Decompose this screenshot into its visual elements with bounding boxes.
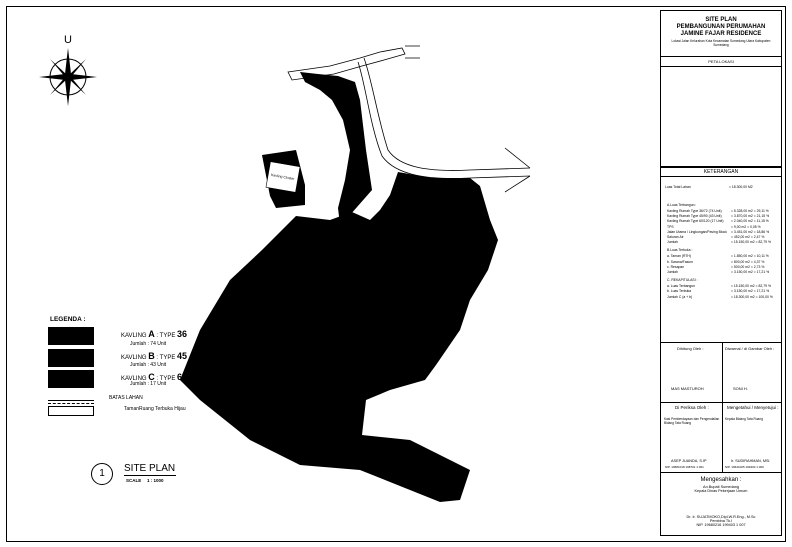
keterangan-row-label: Kavling Rumah Type 36/72 (74 Unit) xyxy=(667,209,722,213)
type-word: : TYPE xyxy=(156,333,176,339)
tb-divider xyxy=(722,403,723,473)
tb-keterangan-header: KETERANGAN xyxy=(661,167,781,177)
keterangan-row-label: C. REKAPITULASI : xyxy=(667,278,698,283)
keterangan-row-label: TPS xyxy=(667,224,674,229)
type-word: : TYPE xyxy=(156,355,176,361)
keterangan-row-label: c. Resapan xyxy=(667,264,685,269)
tb-title-line-3: JAMINE FAJAR RESIDENCE xyxy=(680,31,762,37)
kavling-letter: A xyxy=(148,329,155,339)
jabatan-2: Kepala Bidang Tata Ruang xyxy=(725,417,763,421)
keterangan-row-value: = 5.328,00 m2 = 29,11 % xyxy=(731,209,769,213)
keterangan-label: KETERANGAN xyxy=(703,169,739,175)
dihitung-oleh: Dihitung Oleh : xyxy=(677,346,704,351)
keterangan-row-label: Jumlah xyxy=(667,270,678,274)
keterangan-row-label: A.Luas Terbangun : xyxy=(667,203,697,207)
batas-lahan-line xyxy=(48,400,94,401)
pejabat-2: Ir. SUDIRAHMAN, MSi xyxy=(731,459,770,463)
tb-peta-lokasi-header: PETA LOKASI xyxy=(661,57,781,67)
diperiksa-oleh: Di Periksa Oleh : xyxy=(675,405,709,410)
tb-diperiksa-section: Di Periksa Oleh : Mengetahui / Menyetuju… xyxy=(661,403,781,473)
keterangan-row-label: B.Luas Terbuka : xyxy=(667,248,693,253)
caption-underline xyxy=(124,475,176,476)
road-outline xyxy=(287,45,531,193)
luas-total-value: = 18.300,00 M2 xyxy=(729,185,753,189)
keterangan-row-value: = 3.451,00 m2 = 18,86 % xyxy=(731,229,770,234)
keterangan-row-value: = 18.300,00 m2 = 100,00 % xyxy=(731,294,773,299)
keterangan-row-value: = 2.040,00 m2 = 11,15 % xyxy=(731,219,769,224)
drawing-title: SITE PLAN xyxy=(124,463,176,474)
mengetahui: Mengetahui / Menyetujui : xyxy=(727,405,779,410)
kavling-word: KAVLING xyxy=(121,355,147,361)
name-dihitung: MAS MASTUROH xyxy=(671,386,704,391)
site-plan-svg: U Kavling Cluster xyxy=(39,34,531,502)
batas-lahan-dash xyxy=(48,403,94,404)
kavling-a-swatch xyxy=(48,327,94,345)
kavling-c-count: Jumlah : 17 Unit xyxy=(130,381,167,387)
luas-total-label: Luas Total Lahan xyxy=(665,185,691,189)
digambar-oleh: Diwarnai / di Gambar Oleh : xyxy=(725,346,775,351)
legend-title: LEGENDA : xyxy=(50,316,86,323)
kavling-a-count: Jumlah : 74 Unit xyxy=(130,341,167,347)
keterangan-row-value: = 452,00 m2 = 2,47 % xyxy=(731,235,765,239)
keterangan-row-label: Jumlah C (a + b) xyxy=(667,294,693,299)
scale-value: 1 : 1000 xyxy=(147,478,164,483)
site-plan-drawing: U Kavling Cluster xyxy=(6,6,656,542)
type-number: 60 xyxy=(177,372,188,382)
keterangan-row-label: Kavling Rumah Type 60/120 (17 Unit) xyxy=(667,219,724,224)
nip-2: NIP. 19641005 199403 1 006 xyxy=(725,465,764,469)
name-digambar: SONI H. xyxy=(733,386,748,391)
keterangan-row-label: Saluran Air xyxy=(667,235,684,239)
drawing-number: 1 xyxy=(91,463,113,485)
keterangan-row-label: b. Sarana/Fasum xyxy=(667,259,694,264)
title-block: SITE PLAN PEMBANGUNAN PERUMAHAN JAMINE F… xyxy=(660,10,782,536)
keterangan-row-value: = 3.150,00 m2 = 17,21 % xyxy=(731,270,770,274)
kavling-b-label: KAVLING B : TYPE 45 xyxy=(121,351,187,361)
kavling-letter: B xyxy=(148,351,155,361)
keterangan-row-value: = 800,00 m2 = 4,37 % xyxy=(731,259,765,264)
kavling-a-label: KAVLING A : TYPE 36 xyxy=(121,329,187,339)
keterangan-row-value: = 15.150,00 m2 = 82,79 % xyxy=(731,240,771,245)
kepala-dinas: Kepala Dinas Pekerjaan Umum xyxy=(694,489,748,493)
tb-divider xyxy=(722,343,723,403)
keterangan-row-label: b. Luas Terbuka xyxy=(667,289,692,294)
tb-dihitung-section: Dihitung Oleh : Diwarnai / di Gambar Ole… xyxy=(661,343,781,403)
keterangan-row-value: = 1.850,00 m2 = 10,11 % xyxy=(731,254,769,259)
keterangan-row-label: Jumlah xyxy=(667,240,678,245)
keterangan-row-label: Kavling Rumah Type 45/90 (43 Unit) xyxy=(667,214,722,219)
keterangan-row-value: = 3.870,00 m2 = 21,15 % xyxy=(731,214,770,219)
site-parcels xyxy=(180,72,498,502)
nip-3: NIP. 19680216 199403 1 007 xyxy=(696,523,746,527)
kavling-word: KAVLING xyxy=(121,333,147,339)
taman-swatch xyxy=(48,406,94,416)
scale-label: SCALE xyxy=(126,478,142,483)
tb-title-line-2: PEMBANGUNAN PERUMAHAN xyxy=(676,24,766,30)
taman-label: TamanRuang Terbuka Hijau xyxy=(124,406,186,412)
type-number: 36 xyxy=(177,329,188,339)
pejabat-1: ASEP JUANDA, S.IP xyxy=(671,459,707,463)
keterangan-row-value: = 500,00 m2 = 2,73 % xyxy=(731,264,765,269)
mengesahkan: Mengesahkan : xyxy=(700,477,742,483)
type-number: 45 xyxy=(177,351,188,361)
keterangan-row-label: a. Luas Terbangun xyxy=(667,284,696,289)
keterangan-row-value: = 9,00 m2 = 0,05 % xyxy=(731,224,761,229)
keterangan-row-value: = 3.150,00 m2 = 17,21 % xyxy=(731,289,770,294)
batas-lahan-label: BATAS LAHAN xyxy=(109,395,143,401)
keterangan-row-label: a. Taman (RTH) xyxy=(667,254,691,259)
jabatan-1: Kasi Pemberdayaan dan Pengendalian Bidan… xyxy=(664,417,720,425)
tb-peta-lokasi-map xyxy=(661,67,781,167)
peta-lokasi-label: PETA LOKASI xyxy=(708,59,734,64)
keterangan-row-value: = 15.150,00 m2 = 82,79 % xyxy=(731,284,771,289)
kavling-b-count: Jumlah : 43 Unit xyxy=(130,362,167,368)
keterangan-row-label: Jalan Utama / Lingkungan/Paving Block xyxy=(667,229,727,234)
tb-mengesahkan-section: Mengesahkan : An.Bupati Sumedang Kepala … xyxy=(661,473,781,537)
north-label: U xyxy=(64,34,72,46)
tb-address: Lokasi Jalan Kelurahan Kota Kecamatan Su… xyxy=(671,39,771,47)
north-arrow-compass-icon xyxy=(39,48,97,106)
kavling-c-swatch xyxy=(48,370,94,388)
tb-title-section: SITE PLAN PEMBANGUNAN PERUMAHAN JAMINE F… xyxy=(661,11,781,57)
tb-title-line-1: SITE PLAN xyxy=(705,17,737,23)
kavling-b-swatch xyxy=(48,349,94,367)
tb-keterangan-body: Luas Total Lahan = 18.300,00 M2 A.Luas T… xyxy=(661,177,781,343)
nip-1: NIP. 19681018 198701 1 001 xyxy=(665,465,704,469)
